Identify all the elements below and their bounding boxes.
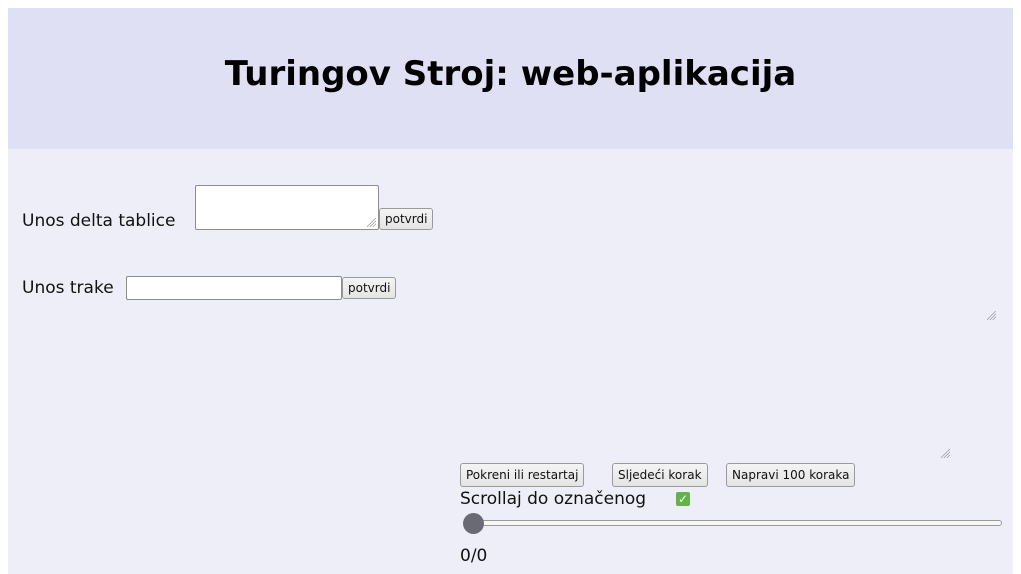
page-title: Turingov Stroj: web-aplikacija [224,54,797,94]
next-step-button[interactable]: Sljedeći korak [612,463,708,487]
tape-output-area [448,174,1008,467]
delta-table-label: Unos delta tablice [22,211,176,231]
header: Turingov Stroj: web-aplikacija [8,8,1013,149]
page: Turingov Stroj: web-aplikacija Unos delt… [8,8,1013,574]
delta-table-textarea[interactable] [195,185,379,230]
start-restart-button[interactable]: Pokreni ili restartaj [460,463,585,487]
hundred-steps-button[interactable]: Napravi 100 koraka [726,463,856,487]
scroll-to-marked-label: Scrollaj do označenog [460,489,647,509]
resize-grip-icon[interactable] [987,311,996,320]
tape-confirm-button[interactable]: potvrdi [342,277,397,299]
step-counter: 0/0 [460,546,488,566]
tape-label: Unos trake [22,278,114,298]
step-slider-thumb[interactable] [463,513,484,534]
tape-input[interactable] [126,276,342,300]
delta-table-confirm-button[interactable]: potvrdi [379,208,434,230]
resize-grip-icon[interactable] [367,218,376,227]
step-slider-track[interactable] [474,520,1002,526]
resize-grip-icon[interactable] [941,449,950,458]
scroll-to-marked-checkbox[interactable]: ✓ [676,492,690,506]
